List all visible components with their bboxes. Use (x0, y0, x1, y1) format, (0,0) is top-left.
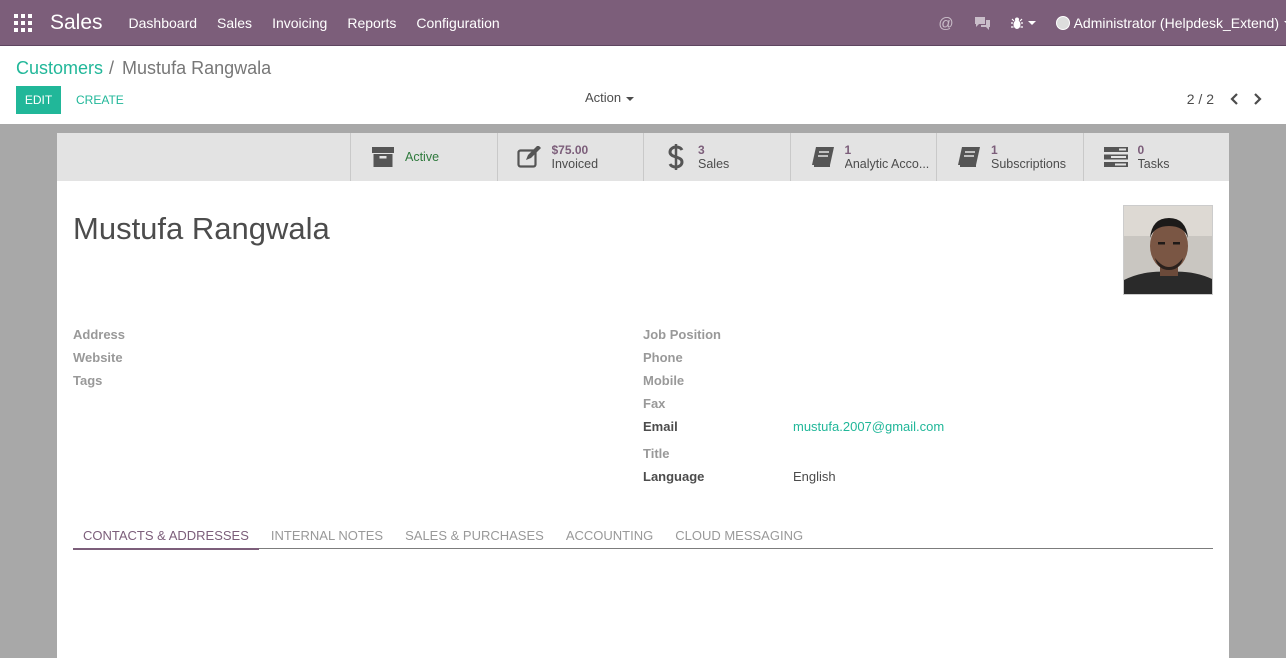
job-position-label: Job Position (643, 327, 721, 342)
address-label: Address (73, 327, 126, 342)
user-menu[interactable]: Administrator (Helpdesk_Extend) (1055, 15, 1286, 31)
breadcrumb: Customers / Mustufa Rangwala (16, 58, 271, 79)
language-value: English (793, 469, 836, 484)
create-button[interactable]: CREATE (70, 86, 130, 114)
tasks-icon (1102, 143, 1130, 171)
subscriptions-button[interactable]: 1 Subscriptions (936, 133, 1083, 181)
tab-cloud-messaging[interactable]: CLOUD MESSAGING (665, 522, 813, 549)
stat-value: 1 (991, 143, 998, 157)
language-label: Language (643, 469, 705, 484)
bug-icon[interactable] (1010, 17, 1036, 30)
top-navbar: Sales Dashboard Sales Invoicing Reports … (0, 0, 1286, 46)
partner-photo[interactable] (1123, 205, 1213, 295)
menu-reports[interactable]: Reports (347, 15, 396, 31)
chevron-down-icon (626, 96, 635, 101)
stat-label-active: Active (405, 150, 440, 164)
stat-button-box: Active $75.00 Invoiced 3 Sales 1 Analyti… (57, 133, 1229, 181)
avatar (1055, 16, 1070, 30)
title-label: Title (643, 446, 670, 461)
fax-label: Fax (643, 396, 666, 411)
tab-sales-purchases[interactable]: SALES & PURCHASES (395, 522, 554, 549)
stat-label: Invoiced (551, 157, 599, 171)
tasks-button[interactable]: 0 Tasks (1082, 133, 1230, 181)
menu-invoicing[interactable]: Invoicing (272, 15, 327, 31)
apps-grid-icon[interactable] (14, 13, 32, 32)
archive-icon (369, 143, 397, 171)
invoiced-button[interactable]: $75.00 Invoiced (496, 133, 644, 181)
edit-button[interactable]: EDIT (16, 86, 61, 114)
chevron-left-icon[interactable] (1222, 89, 1246, 109)
stat-label: Tasks (1137, 157, 1170, 171)
menu-configuration[interactable]: Configuration (416, 15, 499, 31)
action-label: Action (585, 90, 622, 105)
tab-contacts-addresses[interactable]: CONTACTS & ADDRESSES (73, 522, 259, 550)
menu-sales[interactable]: Sales (217, 15, 252, 31)
website-label: Website (73, 350, 123, 365)
tab-accounting[interactable]: ACCOUNTING (556, 522, 663, 549)
stat-value: $75.00 (551, 143, 589, 157)
email-link[interactable]: mustufa.2007@gmail.com (793, 419, 944, 434)
analytic-accounts-button[interactable]: 1 Analytic Acco... (789, 133, 937, 181)
menu-dashboard[interactable]: Dashboard (129, 15, 198, 31)
tags-label: Tags (73, 373, 103, 388)
app-brand: Sales (50, 10, 103, 34)
pager: 2 / 2 (1187, 89, 1270, 109)
breadcrumb-customers[interactable]: Customers (16, 58, 103, 79)
action-dropdown[interactable]: Action (585, 90, 635, 105)
tab-internal-notes[interactable]: INTERNAL NOTES (261, 522, 393, 549)
dollar-icon (662, 143, 690, 171)
user-name: Administrator (Helpdesk_Extend) (1073, 15, 1279, 31)
stat-value: 1 (844, 143, 852, 157)
chat-icon[interactable] (974, 16, 991, 30)
breadcrumb-current: Mustufa Rangwala (122, 58, 272, 78)
profile-photo-image (1124, 206, 1212, 294)
email-label: Email (643, 419, 678, 434)
stat-label: Sales (698, 157, 730, 171)
stat-label: Analytic Acco... (844, 157, 930, 171)
form-sheet: Active $75.00 Invoiced 3 Sales 1 Analyti… (57, 133, 1229, 658)
stat-value: 3 (698, 143, 705, 157)
pager-value: 2 / 2 (1186, 91, 1214, 107)
pencil-square-icon (516, 143, 544, 171)
phone-label: Phone (643, 350, 683, 365)
book-icon (955, 143, 983, 171)
sales-button[interactable]: 3 Sales (643, 133, 790, 181)
partner-name: Mustufa Rangwala (73, 211, 330, 246)
at-icon[interactable]: @ (938, 15, 953, 32)
notebook-tabs: CONTACTS & ADDRESSES INTERNAL NOTES SALE… (73, 522, 1213, 550)
stat-value: 0 (1137, 143, 1145, 157)
stat-label: Subscriptions (991, 157, 1067, 171)
breadcrumb-separator: / (109, 58, 115, 78)
chevron-down-icon (1027, 21, 1036, 25)
active-toggle-button[interactable]: Active (350, 133, 497, 181)
chevron-right-icon[interactable] (1246, 89, 1270, 109)
mobile-label: Mobile (643, 373, 685, 388)
book-icon (809, 143, 837, 171)
